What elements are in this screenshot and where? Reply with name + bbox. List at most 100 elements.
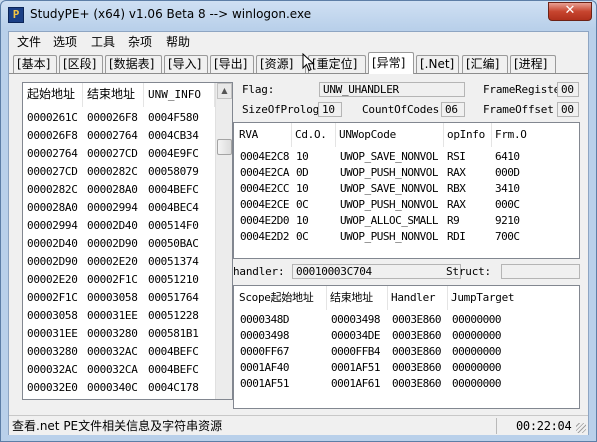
tab-sections[interactable]: [区段] bbox=[59, 55, 103, 73]
list-item[interactable]: 000032E0 0000340C 0004C178 bbox=[23, 379, 215, 397]
cell-frame-offset: 6410 bbox=[495, 150, 520, 163]
cell-jump-target: 00000000 bbox=[452, 377, 501, 390]
close-button[interactable]: ✕ bbox=[548, 2, 592, 21]
cell-unw-info: 0004C178 bbox=[148, 381, 199, 394]
column-header-rva[interactable]: RVA bbox=[236, 123, 292, 147]
list-item[interactable]: 0000261C 000026F8 0004F580 bbox=[23, 109, 215, 127]
table-row[interactable]: 0000FF67 0000FFB4 0003E860 00000000 bbox=[234, 344, 579, 360]
title-bar[interactable]: P StudyPE+ (x64) v1.06 Beta 8 --> winlog… bbox=[1, 1, 596, 31]
table-row[interactable]: 0004E2D0 10 UWOP_ALLOC_SMALL R9 9210 bbox=[234, 213, 579, 229]
list-item[interactable]: 00002F1C 00003058 00051764 bbox=[23, 289, 215, 307]
list-item[interactable]: 000028A0 00002994 0004BEC4 bbox=[23, 199, 215, 217]
column-header-unwop-code[interactable]: UNWopCode bbox=[336, 123, 444, 147]
table-row[interactable]: 0004E2D2 0C UWOP_PUSH_NONVOL RDI 700C bbox=[234, 229, 579, 245]
column-header-scope-start[interactable]: Scope起始地址 bbox=[236, 286, 327, 310]
scroll-up-arrow-icon[interactable]: ▲ bbox=[217, 83, 232, 99]
tab-imports[interactable]: [导入] bbox=[164, 55, 208, 73]
cell-end-address: 000026F8 bbox=[87, 111, 138, 124]
cell-handler: 0003E860 bbox=[392, 361, 441, 374]
cell-unw-info: 00058079 bbox=[148, 165, 199, 178]
table-row[interactable]: 0004E2CC 10 UWOP_SAVE_NONVOL RBX 3410 bbox=[234, 181, 579, 197]
column-header-code-offset[interactable]: Cd.O. bbox=[292, 123, 336, 147]
unwind-codes-table[interactable]: RVA Cd.O. UNWopCode opInfo Frm.O 0004E2C… bbox=[233, 122, 580, 259]
cell-end-address: 00002F1C bbox=[87, 273, 138, 286]
struct-field[interactable] bbox=[501, 264, 580, 279]
cell-start-address: 00002D90 bbox=[27, 255, 78, 268]
tab-resources[interactable]: [资源] bbox=[256, 55, 306, 73]
count-of-codes-field[interactable]: 06 bbox=[441, 102, 465, 117]
cell-end-address: 00002E20 bbox=[87, 255, 138, 268]
frame-register-field[interactable]: 00 bbox=[557, 82, 579, 97]
cell-code-offset: 10 bbox=[296, 182, 309, 195]
resize-grip-icon[interactable] bbox=[576, 423, 586, 433]
list-item[interactable]: 000027CD 0000282C 00058079 bbox=[23, 163, 215, 181]
menu-file[interactable]: 文件 bbox=[15, 34, 43, 50]
cell-code-offset: 0C bbox=[296, 198, 309, 211]
tab-relocations[interactable]: [重定位] bbox=[308, 55, 366, 73]
list-item[interactable]: 000031EE 00003280 000581B1 bbox=[23, 325, 215, 343]
vertical-scrollbar[interactable]: ▲ bbox=[215, 83, 232, 399]
menu-help[interactable]: 帮助 bbox=[164, 34, 192, 50]
size-of-prolog-field[interactable]: 10 bbox=[318, 102, 342, 117]
column-header-unw-info[interactable]: UNW_INFO bbox=[144, 83, 215, 107]
cell-start-address: 0000282C bbox=[27, 183, 78, 196]
list-item[interactable]: 00002764 000027CD 0004E9FC bbox=[23, 145, 215, 163]
list-item[interactable]: 00002D40 00002D90 00050BAC bbox=[23, 235, 215, 253]
tab-dotnet[interactable]: [.Net] bbox=[416, 55, 459, 73]
menu-options[interactable]: 选项 bbox=[51, 34, 79, 50]
cell-unw-info: 0004E2B4 bbox=[148, 397, 199, 399]
tab-processes[interactable]: [进程] bbox=[510, 55, 556, 73]
handler-field[interactable]: 00010003C704 bbox=[292, 264, 461, 279]
runtime-function-list[interactable]: 起始地址 结束地址 UNW_INFO 0000261C 000026F8 0004F… bbox=[22, 82, 233, 400]
cell-op-info: RDI bbox=[447, 230, 466, 243]
cell-start-address: 00003058 bbox=[27, 309, 78, 322]
column-header-scope-end[interactable]: 结束地址 bbox=[327, 286, 388, 310]
table-row[interactable]: 0001AF40 0001AF51 0003E860 00000000 bbox=[234, 360, 579, 376]
cell-scope-start: 0001AF40 bbox=[240, 361, 289, 374]
tab-disassembly[interactable]: [汇编] bbox=[462, 55, 508, 73]
list-item[interactable]: 000032AC 000032CA 0004BEFC bbox=[23, 361, 215, 379]
list-item[interactable]: 00003280 000032AC 0004BEFC bbox=[23, 343, 215, 361]
tab-exports[interactable]: [导出] bbox=[210, 55, 254, 73]
table-row[interactable]: 0004E2CA 0D UWOP_PUSH_NONVOL RAX 000D bbox=[234, 165, 579, 181]
menu-tools[interactable]: 工具 bbox=[89, 34, 117, 50]
cell-frame-offset: 000D bbox=[495, 166, 520, 179]
column-header-op-info[interactable]: opInfo bbox=[444, 123, 492, 147]
cell-code-offset: 10 bbox=[296, 214, 309, 227]
scope-table[interactable]: Scope起始地址 结束地址 Handler JumpTarget 000034… bbox=[233, 285, 580, 409]
cell-rva: 0004E2CA bbox=[240, 166, 289, 179]
tab-basic[interactable]: [基本] bbox=[13, 55, 57, 73]
column-header-handler[interactable]: Handler bbox=[388, 286, 448, 310]
list-item[interactable]: 0000340C 00003460 0004E2B4 bbox=[23, 397, 215, 399]
cell-code-offset: 0D bbox=[296, 166, 309, 179]
cell-unwop-code: UWOP_SAVE_NONVOL bbox=[340, 150, 438, 163]
cell-code-offset: 0C bbox=[296, 230, 309, 243]
menu-misc[interactable]: 杂项 bbox=[126, 34, 154, 50]
scroll-thumb[interactable] bbox=[217, 139, 232, 155]
list-item[interactable]: 000026F8 00002764 0004CB34 bbox=[23, 127, 215, 145]
tab-exceptions[interactable]: [异常] bbox=[368, 52, 414, 74]
table-row[interactable]: 0004E2C8 10 UWOP_SAVE_NONVOL RSI 6410 bbox=[234, 149, 579, 165]
flag-field[interactable]: UNW_UHANDLER bbox=[319, 82, 465, 97]
tab-data-directories[interactable]: [数据表] bbox=[105, 55, 162, 73]
cell-scope-start: 0001AF51 bbox=[240, 377, 289, 390]
cell-scope-start: 0000348D bbox=[240, 313, 289, 326]
column-header-frame-offset[interactable]: Frm.O bbox=[492, 123, 579, 147]
list-item[interactable]: 0000282C 000028A0 0004BEFC bbox=[23, 181, 215, 199]
list-item[interactable]: 00003058 000031EE 00051228 bbox=[23, 307, 215, 325]
column-header-jump-target[interactable]: JumpTarget bbox=[448, 286, 579, 310]
frame-offset-field[interactable]: 00 bbox=[557, 102, 579, 117]
list-item[interactable]: 00002E20 00002F1C 00051210 bbox=[23, 271, 215, 289]
table-row[interactable]: 0004E2CE 0C UWOP_PUSH_NONVOL RAX 000C bbox=[234, 197, 579, 213]
cell-end-address: 00002994 bbox=[87, 201, 138, 214]
column-header-start[interactable]: 起始地址 bbox=[23, 83, 83, 107]
list-item[interactable]: 00002D90 00002E20 00051374 bbox=[23, 253, 215, 271]
table-row[interactable]: 00003498 000034DE 0003E860 00000000 bbox=[234, 328, 579, 344]
column-header-end[interactable]: 结束地址 bbox=[83, 83, 144, 107]
window-title: StudyPE+ (x64) v1.06 Beta 8 --> winlogon… bbox=[30, 7, 312, 21]
table-row[interactable]: 0001AF51 0001AF61 0003E860 00000000 bbox=[234, 376, 579, 392]
list-item[interactable]: 00002994 00002D40 000514F0 bbox=[23, 217, 215, 235]
count-of-codes-label: CountOfCodes bbox=[362, 103, 440, 116]
tab-strip: [基本] [区段] [数据表] [导入] [导出] [资源] [重定位] [异常… bbox=[9, 52, 588, 74]
table-row[interactable]: 0000348D 00003498 0003E860 00000000 bbox=[234, 312, 579, 328]
